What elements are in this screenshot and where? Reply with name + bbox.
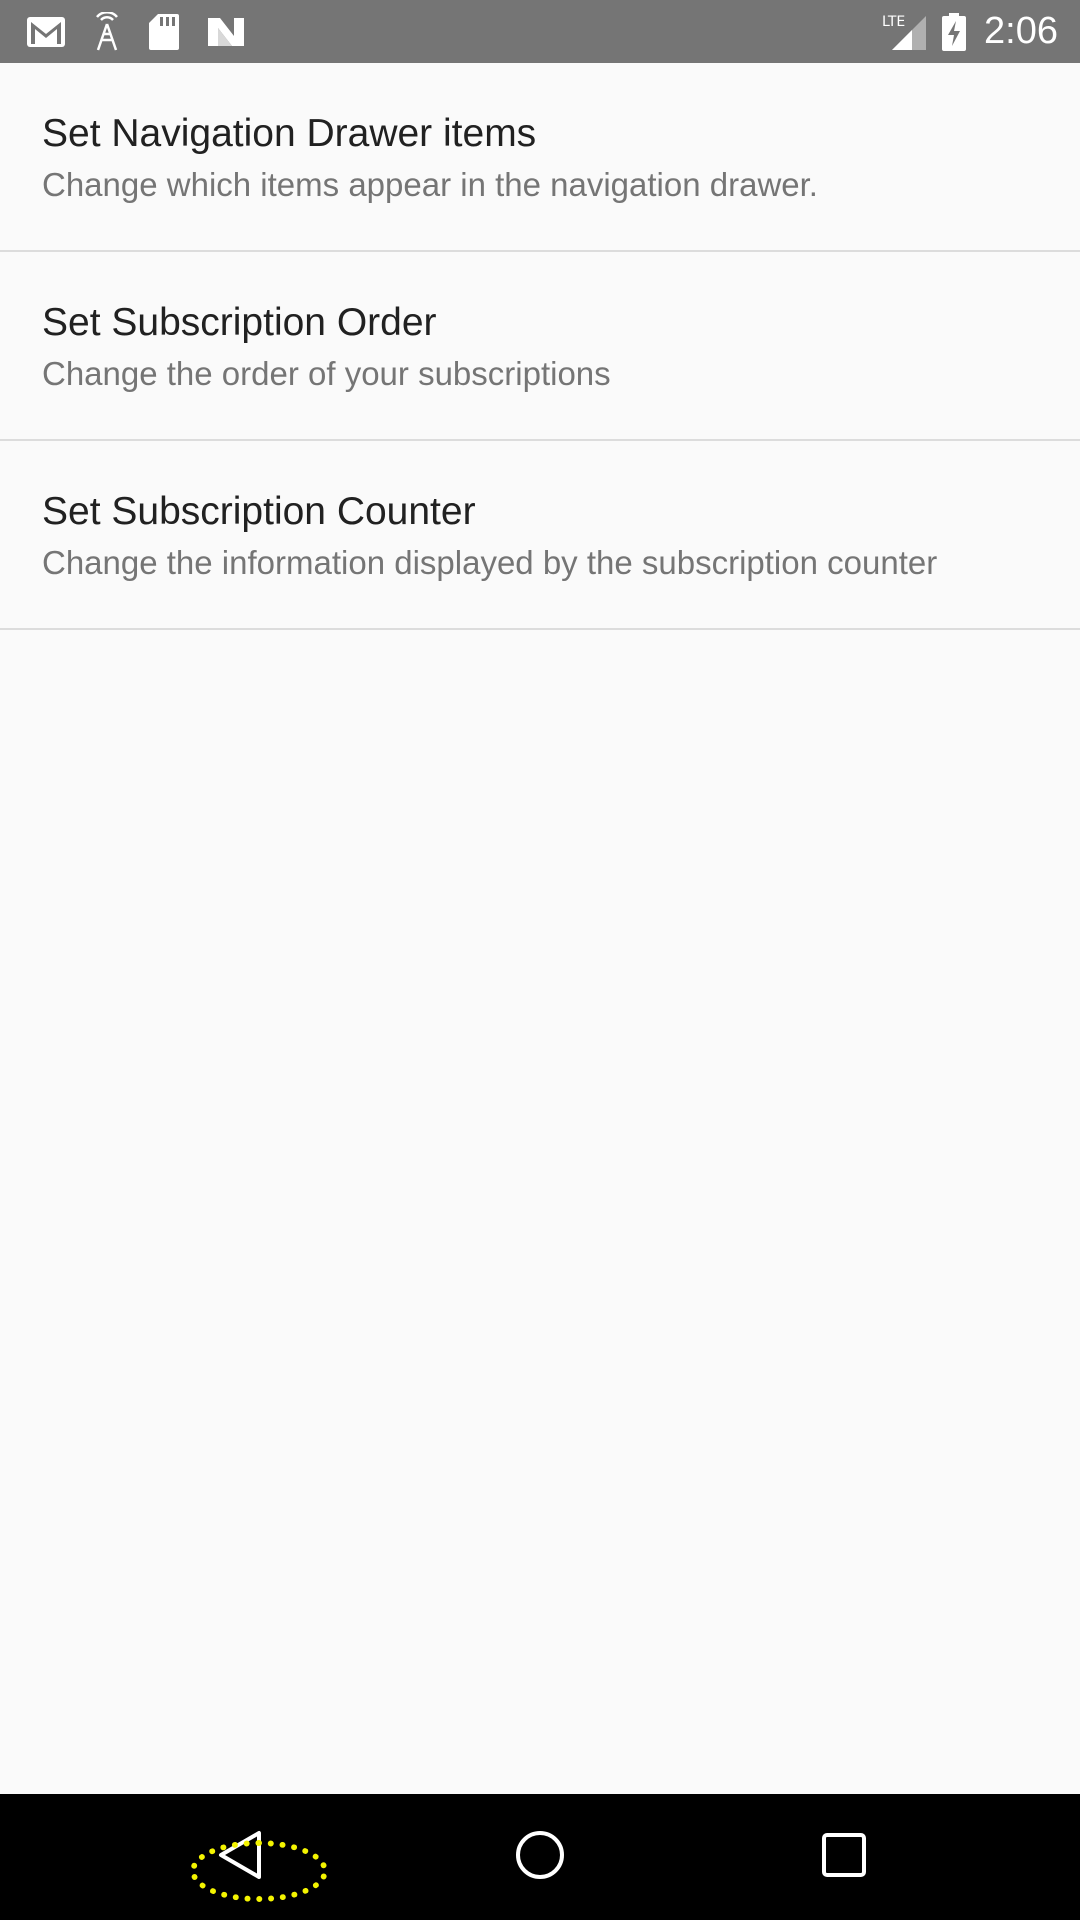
notification-icons — [0, 11, 246, 52]
antenna-icon — [92, 11, 122, 52]
pref-navigation-drawer-items[interactable]: Set Navigation Drawer items Change which… — [0, 63, 1080, 252]
pref-summary: Change the information displayed by the … — [42, 544, 938, 581]
back-button[interactable] — [196, 1812, 286, 1902]
n-logo-icon — [206, 16, 246, 48]
sd-card-icon — [148, 13, 180, 51]
gmail-icon — [26, 16, 66, 48]
pref-subscription-counter[interactable]: Set Subscription Counter Change the info… — [0, 441, 1080, 630]
clock: 2:06 — [984, 10, 1058, 52]
pref-title: Set Navigation Drawer items — [42, 112, 537, 155]
pref-title: Set Subscription Order — [42, 301, 437, 344]
home-button[interactable] — [495, 1812, 585, 1902]
network-label: LTE — [882, 14, 905, 30]
pref-subscription-order[interactable]: Set Subscription Order Change the order … — [0, 252, 1080, 441]
home-icon — [512, 1827, 568, 1888]
pref-summary: Change the order of your subscriptions — [42, 355, 611, 392]
recents-button[interactable] — [799, 1812, 889, 1902]
pref-summary: Change which items appear in the navigat… — [42, 166, 818, 203]
recents-icon — [816, 1827, 872, 1888]
pref-title: Set Subscription Counter — [42, 490, 476, 533]
lte-signal-icon: LTE — [882, 12, 928, 52]
preference-list: Set Navigation Drawer items Change which… — [0, 63, 1080, 630]
battery-charging-icon — [942, 12, 967, 51]
navigation-bar — [0, 1794, 1080, 1920]
status-bar: LTE 2:06 — [0, 0, 1080, 63]
back-icon — [213, 1827, 269, 1888]
system-icons: LTE 2:06 — [882, 10, 1080, 53]
